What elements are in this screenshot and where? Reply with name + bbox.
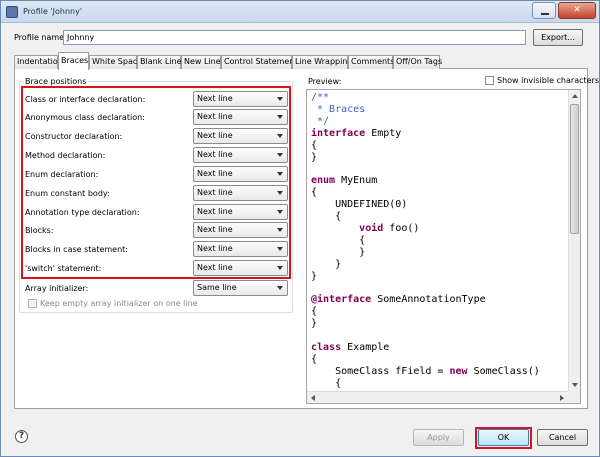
scroll-thumb[interactable] xyxy=(570,104,579,234)
code-line: enum MyEnum xyxy=(311,175,378,187)
code-line: UNDEFINED(0) xyxy=(311,199,408,211)
code-line: } xyxy=(311,270,318,282)
vertical-scrollbar[interactable] xyxy=(568,90,580,391)
scroll-down-icon[interactable] xyxy=(572,383,578,387)
apply-button[interactable]: Apply xyxy=(413,429,464,446)
scroll-up-icon[interactable] xyxy=(572,94,578,98)
tab-comments[interactable]: Comments xyxy=(348,55,394,69)
annotation-highlight xyxy=(21,86,291,279)
cancel-button[interactable]: Cancel xyxy=(537,429,588,446)
array-initializer-row: Array initializer: Same line xyxy=(25,280,289,297)
code-line: /** xyxy=(311,92,330,103)
scroll-right-icon[interactable] xyxy=(560,395,564,401)
window-title: Profile 'Johnny' xyxy=(23,7,83,16)
profile-name-label: Profile name: xyxy=(14,33,67,42)
code-line: { xyxy=(311,306,318,318)
code-line: { xyxy=(311,187,318,199)
code-line: @interface SomeAnnotationType xyxy=(311,294,486,306)
close-button[interactable]: ✕ xyxy=(558,2,596,19)
preview-pane[interactable]: /** * Braces */interface Empty{} enum My… xyxy=(306,89,581,404)
tab-braces[interactable]: Braces xyxy=(58,52,89,70)
app-icon xyxy=(6,6,18,18)
array-initializer-label: Array initializer: xyxy=(25,284,89,293)
code-line: * Braces xyxy=(311,103,366,115)
show-invisible-checkbox[interactable] xyxy=(485,76,494,85)
profile-dialog: Profile 'Johnny' ✕ Profile name: Johnny … xyxy=(0,0,600,457)
keep-empty-checkbox[interactable] xyxy=(28,299,37,308)
annotation-highlight xyxy=(475,427,532,449)
show-invisible-label: Show invisible characters xyxy=(497,76,600,85)
code-line: { xyxy=(311,353,318,365)
code-line: { xyxy=(311,211,342,223)
tab-white-space[interactable]: White Space xyxy=(89,55,142,69)
keep-empty-label: Keep empty array initializer on one line xyxy=(40,299,198,308)
tab-off-on-tags[interactable]: Off/On Tags xyxy=(393,55,442,69)
brace-positions-title: Brace positions xyxy=(23,77,89,86)
scroll-left-icon[interactable] xyxy=(311,395,315,401)
tab-line-wrapping[interactable]: Line Wrapping xyxy=(292,55,352,69)
tab-blank-lines[interactable]: Blank Lines xyxy=(137,55,186,69)
code-line: void foo() xyxy=(359,222,420,234)
title-bar: Profile 'Johnny' ✕ xyxy=(1,1,599,23)
code-line: { xyxy=(311,139,318,151)
code-line: */ xyxy=(311,115,330,127)
chevron-down-icon xyxy=(277,286,283,290)
minimize-button[interactable] xyxy=(532,2,556,19)
keep-empty-row: Keep empty array initializer on one line xyxy=(28,299,198,308)
export-button[interactable]: Export... xyxy=(533,29,583,46)
code-line: } xyxy=(311,151,318,163)
code-preview: /** * Braces */interface Empty{} enum My… xyxy=(311,92,569,390)
code-line: interface Empty xyxy=(311,127,402,139)
code-line: { xyxy=(311,234,366,246)
help-icon[interactable]: ? xyxy=(15,430,28,443)
code-line: class Example xyxy=(311,342,390,354)
code-line: } xyxy=(311,318,318,330)
tab-indentation[interactable]: Indentation xyxy=(14,55,63,69)
code-line: { xyxy=(311,377,342,389)
profile-name-input[interactable]: Johnny xyxy=(63,30,526,45)
show-invisible-row: Show invisible characters xyxy=(485,76,599,85)
code-line: } xyxy=(311,258,342,270)
preview-label: Preview: xyxy=(308,77,342,86)
scroll-corner xyxy=(568,391,580,403)
code-line: SomeClass fField = new SomeClass() xyxy=(311,365,540,377)
tab-control-statements[interactable]: Control Statements xyxy=(221,55,302,69)
tab-new-lines[interactable]: New Lines xyxy=(181,55,225,69)
array-initializer-dropdown[interactable]: Same line xyxy=(193,280,288,296)
code-line: } xyxy=(311,246,366,258)
horizontal-scrollbar[interactable] xyxy=(307,391,568,403)
